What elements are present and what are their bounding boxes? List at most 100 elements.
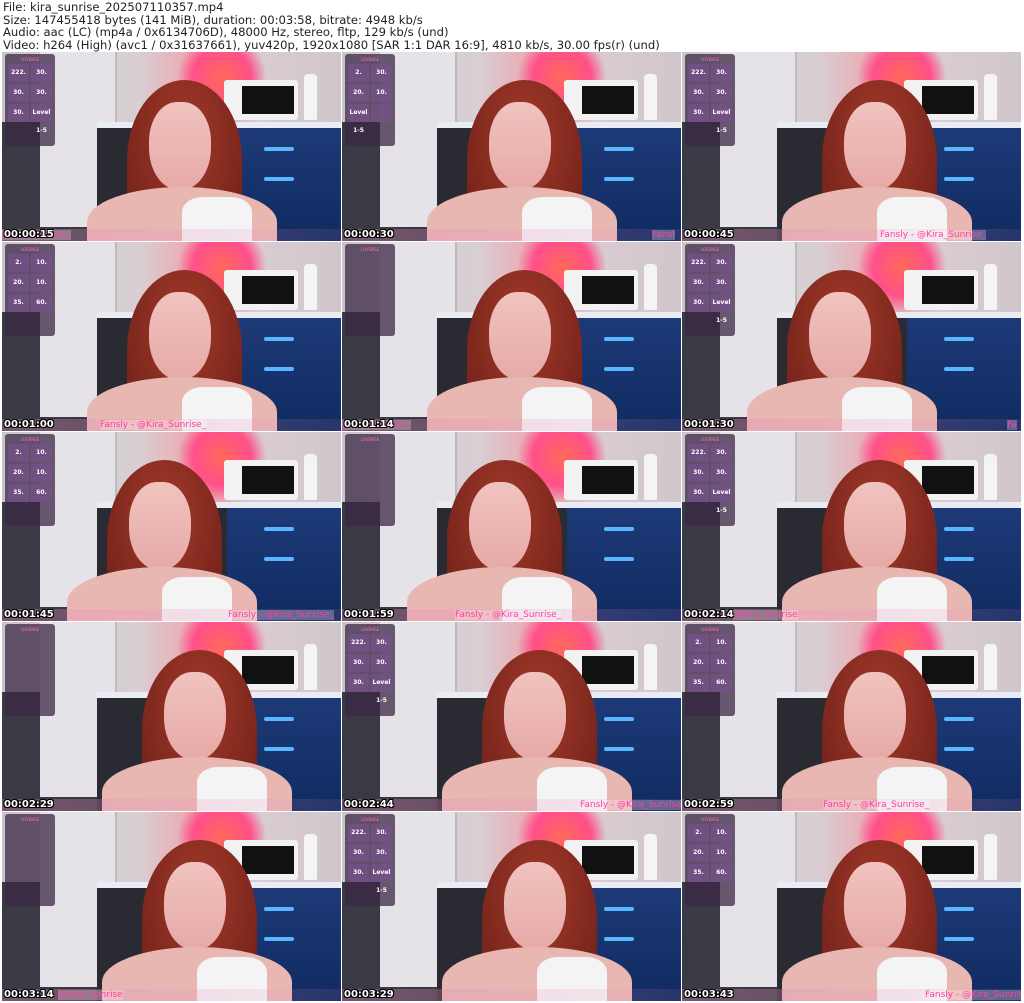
panel-stat: 10.: [31, 464, 52, 482]
file-name: File: kira_sunrise_202507110357.mp4: [3, 0, 224, 14]
tip-menu-panel: LOVENSE 2. 10. 20. 10. 35. 60.: [5, 434, 55, 526]
watermark-text: Fansly - @Kira_Sunrise_: [455, 610, 562, 620]
watermark-text: Fansly - @Kira_Sunrise_: [228, 610, 335, 620]
tip-menu-panel: LOVENSE 222. 30. 30. 30. 30. Level 1-5: [685, 434, 735, 526]
tip-menu-panel: LOVENSE: [345, 244, 395, 336]
panel-stat: 60.: [31, 294, 52, 312]
watermark-text: Fansly - @Kira_Sunrise_: [580, 800, 681, 810]
video-thumbnail[interactable]: LOVENSE 2. 10. 20. 10. 35. 60. Fansly - @Kira_…: [682, 622, 1021, 811]
tip-menu-panel: LOVENSE: [345, 434, 395, 526]
file-info: File: kira_sunrise_202507110357.mp4 Size:…: [3, 1, 660, 51]
timestamp: 00:02:29: [4, 799, 54, 810]
panel-title: LOVENSE: [20, 627, 40, 632]
video-thumbnail[interactable]: LOVENSE @Kira_Sunrise_ 00:01:14: [342, 242, 681, 431]
panel-stat: 10.: [31, 444, 52, 462]
timestamp: 00:02:59: [684, 799, 734, 810]
timestamp: 00:00:15: [4, 229, 54, 240]
panel-stat: [371, 104, 392, 122]
timestamp: 00:01:30: [684, 419, 734, 430]
panel-stat: 30.: [348, 674, 369, 692]
timestamp: 00:03:29: [344, 989, 394, 1000]
timestamp: 00:00:45: [684, 229, 734, 240]
microwave: [224, 80, 298, 120]
panel-stat: 60.: [711, 864, 732, 882]
panel-stat: Level 1-5: [348, 104, 369, 134]
panel-stat: 20.: [348, 84, 369, 102]
panel-title: LOVENSE: [360, 247, 380, 252]
watermark-text: @Kira_Sunrise: [733, 610, 798, 620]
panel-stat: 2.: [8, 254, 29, 272]
watermark-text: Fansl: [652, 230, 675, 240]
panel-stat: 60.: [31, 484, 52, 502]
video-info: Video: h264 (High) (avc1 / 0x31637661), …: [3, 37, 660, 52]
panel-stat: 35.: [8, 484, 29, 502]
watermark-text: @Kira_Sunrise: [58, 990, 123, 1000]
tip-menu-panel: LOVENSE 2. 30. 20. 10. Level 1-5: [345, 54, 395, 146]
video-thumbnail[interactable]: LOVENSE 2. 10. 20. 10. 35. 60. Fansly - @Kira_…: [682, 812, 1021, 1001]
panel-stat: 30.: [711, 274, 732, 292]
video-thumbnail[interactable]: LOVENSE @Kira_Sunrise 00:03:14: [2, 812, 341, 1001]
timestamp: 00:01:00: [4, 419, 54, 430]
panel-stat: 30.: [371, 634, 392, 652]
panel-stat: 30.: [688, 274, 709, 292]
panel-stat: 60.: [711, 674, 732, 692]
microwave: [904, 270, 978, 310]
video-thumbnail[interactable]: LOVENSE 222. 30. 30. 30. 30. Level 1-5 @Kira_S…: [2, 52, 341, 241]
panel-stat: 30.: [371, 654, 392, 672]
video-thumbnail[interactable]: LOVENSE 222. 30. 30. 30. 30. Level 1-5 @Kira_S…: [682, 432, 1021, 621]
panel-stat: 222.: [688, 254, 709, 272]
microwave: [564, 460, 638, 500]
panel-stat: 222.: [688, 64, 709, 82]
timestamp: 00:00:30: [344, 229, 394, 240]
tip-menu-panel: LOVENSE 222. 30. 30. 30. 30. Level 1-5: [345, 624, 395, 716]
timestamp: 00:02:44: [344, 799, 394, 810]
watermark-text: Fansly - @Kira_Sunrise_: [100, 420, 207, 430]
video-thumbnail[interactable]: LOVENSE 222. 30. 30. 30. 30. Level 1-5 00:03:2…: [342, 812, 681, 1001]
panel-stat: 30.: [711, 84, 732, 102]
video-thumbnail[interactable]: LOVENSE 00:02:29: [2, 622, 341, 811]
panel-stat: 30.: [31, 84, 52, 102]
watermark-text: Fansly - @Kira_Sunrise_: [823, 800, 930, 810]
video-thumbnail[interactable]: LOVENSE 2. 10. 20. 10. 35. 60. Fansly - @Kira_…: [2, 432, 341, 621]
tip-menu-panel: LOVENSE 2. 10. 20. 10. 35. 60.: [685, 624, 735, 716]
panel-stat: 20.: [688, 844, 709, 862]
panel-stat: Level 1-5: [711, 294, 732, 324]
panel-stat: Level 1-5: [711, 104, 732, 134]
timestamp: 00:02:14: [684, 609, 734, 620]
panel-stat: 10.: [711, 634, 732, 652]
video-thumbnail[interactable]: LOVENSE Fansly - @Kira_Sunrise_ 00:01:59: [342, 432, 681, 621]
tip-menu-panel: LOVENSE 2. 10. 20. 10. 35. 60.: [5, 244, 55, 336]
microwave: [564, 80, 638, 120]
video-thumbnail[interactable]: LOVENSE 2. 10. 20. 10. 35. 60. Fansly - @Kira_…: [2, 242, 341, 431]
panel-stat: 30.: [371, 824, 392, 842]
panel-stat: 30.: [688, 104, 709, 122]
watermark-text: Fa: [1007, 420, 1017, 430]
panel-stat: 10.: [711, 824, 732, 842]
video-thumbnail[interactable]: LOVENSE 222. 30. 30. 30. 30. Level 1-5 Fansly …: [342, 622, 681, 811]
panel-stat: 30.: [688, 484, 709, 502]
panel-stat: 30.: [348, 844, 369, 862]
panel-stat: 10.: [31, 274, 52, 292]
panel-stat: 30.: [711, 254, 732, 272]
microwave: [564, 270, 638, 310]
panel-stat: 30.: [348, 654, 369, 672]
panel-stat: 222.: [688, 444, 709, 462]
video-thumbnail[interactable]: LOVENSE 222. 30. 30. 30. 30. Level 1-5 Fansly …: [682, 52, 1021, 241]
video-thumbnail[interactable]: LOVENSE 222. 30. 30. 30. 30. Level 1-5 Fa 00:0…: [682, 242, 1021, 431]
tip-menu-panel: LOVENSE 222. 30. 30. 30. 30. Level 1-5: [685, 244, 735, 336]
panel-stat: 2.: [688, 824, 709, 842]
panel-stat: 30.: [688, 464, 709, 482]
tip-menu-panel: LOVENSE 222. 30. 30. 30. 30. Level 1-5: [345, 814, 395, 906]
panel-stat: 10.: [711, 844, 732, 862]
watermark-text: Fansly - @Kira_Sunrise: [925, 990, 1021, 1000]
panel-stat: 10.: [31, 254, 52, 272]
tip-menu-panel: LOVENSE: [5, 814, 55, 906]
panel-stat: 222.: [8, 64, 29, 82]
panel-stat: 35.: [688, 864, 709, 882]
timestamp: 00:03:14: [4, 989, 54, 1000]
video-thumbnail[interactable]: LOVENSE 2. 30. 20. 10. Level 1-5 Fansl 00:00:…: [342, 52, 681, 241]
panel-stat: 222.: [348, 634, 369, 652]
tip-menu-panel: LOVENSE: [5, 624, 55, 716]
panel-stat: 20.: [8, 464, 29, 482]
panel-stat: 30.: [371, 844, 392, 862]
